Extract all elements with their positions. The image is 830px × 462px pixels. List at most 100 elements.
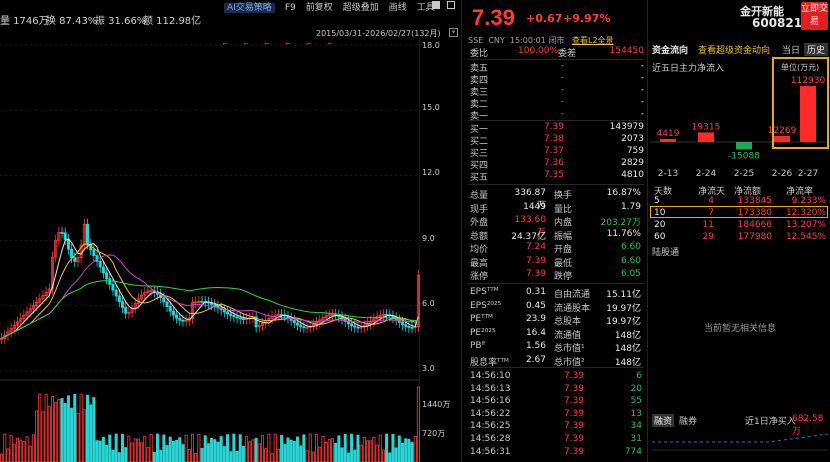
tick-volume: 6 — [636, 371, 642, 381]
l2-panorama-link[interactable]: 查看L2全景 — [572, 36, 614, 45]
toolbar-expand-icon[interactable] — [447, 1, 455, 9]
tick-row: 14:56:13 7.39 20 — [468, 384, 644, 396]
flow-table-header: 天数 净流天 净流额 净流率 — [652, 184, 828, 197]
volume-bar — [168, 436, 172, 462]
volume-bar — [117, 452, 121, 462]
volume-bar — [372, 436, 376, 462]
toolbar-adjust[interactable]: 前复权 — [306, 3, 333, 13]
bid-row[interactable]: 买三 7.37 759 — [468, 146, 646, 159]
ytick-3: 3.0 — [422, 364, 435, 373]
flow-bar — [736, 142, 752, 150]
ytick-15: 15.0 — [422, 103, 440, 112]
stat-value: 1.79 — [620, 201, 641, 212]
event-marker: ⌐ — [243, 40, 249, 48]
volume-bar — [362, 437, 366, 462]
tab-today[interactable]: 当日 — [782, 43, 800, 56]
toolbar-draw[interactable]: 画线 — [389, 3, 407, 13]
flow-net-amount: 177980 — [737, 232, 772, 242]
bid-row[interactable]: 买一 7.39 143979 — [468, 122, 646, 135]
volume-bar — [410, 442, 414, 462]
candle-body — [238, 317, 242, 320]
market-info-line: SSE CNY 15:00:01 闭市 查看L2全景 — [468, 35, 614, 46]
fundamental-row: EPSᵀᵀᴹ 0.31 自由流通 15.11亿 — [468, 287, 646, 300]
quote-stat-row: 外盘 133.60万 内盘 203.27万 — [468, 215, 646, 238]
volume-bar — [25, 436, 29, 462]
volume-bar — [400, 442, 405, 462]
volume-bar — [28, 445, 32, 462]
volume-bar — [337, 435, 341, 462]
ask-row[interactable]: 卖二 - - — [468, 97, 646, 110]
candle-body — [85, 223, 90, 245]
flow-bar — [698, 132, 714, 142]
volume-bar — [318, 446, 322, 462]
flow-tabbar: 资金流向 查看超级资金动向 当日 历史 — [648, 43, 830, 57]
stat-label: 内盘 — [554, 218, 573, 228]
volume-bar — [197, 433, 201, 462]
bid-row[interactable]: 买二 7.38 2073 — [468, 134, 646, 147]
stat-value: 16.87% — [606, 188, 641, 198]
volume-bar — [44, 394, 48, 462]
stat-value: 7.24 — [525, 242, 546, 252]
kline-chart-panel[interactable]: 量 1746万 换 87.43% 振 31.66% 额 112.98亿 AI交易… — [0, 0, 462, 462]
tab-margin-financing[interactable]: 融资 — [652, 414, 675, 427]
volume-bar — [105, 444, 109, 462]
stat-value: 6.60 — [620, 255, 641, 266]
bid-price: 7.39 — [543, 122, 564, 132]
bid-row[interactable]: 买五 7.35 4810 — [468, 170, 646, 183]
net-buy-sparkline — [652, 433, 829, 451]
ask-row[interactable]: 卖五 - - — [468, 61, 646, 74]
volume-bar — [276, 448, 280, 462]
tick-volume: 20 — [630, 383, 642, 394]
volume-bar — [57, 399, 61, 462]
last-price: 7.39 — [472, 5, 515, 30]
amplitude-stat: 振 31.66% — [95, 16, 147, 27]
volume-bar — [254, 437, 258, 462]
kline-plot[interactable]: ⌐ ⌐ ⌐ ⌐ ⌐ ⌐ — [0, 38, 420, 462]
toolbar-overlay[interactable]: 超级叠加 — [343, 3, 379, 13]
volume-bar — [41, 411, 45, 462]
highlight-row-10day — [650, 206, 828, 218]
fundamental-label: 总市值¹ — [554, 344, 585, 354]
volume-bar — [260, 435, 265, 462]
bid-row[interactable]: 买四 7.36 2829 — [468, 158, 646, 171]
volume-bar — [385, 433, 389, 462]
volume-bar — [50, 396, 55, 462]
flow-days: 60 — [654, 232, 666, 242]
quote-stat-row: 总量 336.87万 换手 16.87% — [468, 188, 646, 211]
volume-bar — [60, 398, 64, 462]
volume-bar — [73, 393, 77, 462]
volume-bar — [216, 441, 220, 462]
tab-super-fund[interactable]: 查看超级资金动向 — [698, 43, 770, 56]
quote-stat-row: 总额 24.37亿 振幅 11.76% — [468, 229, 646, 242]
tab-fund-flow[interactable]: 资金流向 — [652, 43, 688, 56]
volume-bar — [187, 449, 191, 462]
chart-settings-icon[interactable]: ▾ — [449, 28, 458, 37]
candle-body — [92, 249, 96, 256]
tab-history[interactable]: 历史 — [804, 43, 829, 56]
fundamental-label: 流通股本 — [554, 303, 591, 314]
volume-bar — [413, 435, 417, 462]
trade-now-button[interactable]: 立即交易 — [801, 2, 828, 30]
ask-row[interactable]: 卖三 - - — [468, 85, 646, 98]
volume-bar — [356, 434, 360, 462]
bid-label: 买五 — [470, 173, 489, 183]
tab-margin-short[interactable]: 融券 — [679, 414, 697, 427]
candle-body — [114, 289, 118, 297]
toolbar-collapse-icon[interactable] — [432, 1, 440, 9]
fundamental-value: 23.9 — [525, 314, 546, 324]
stat-label: 总额 — [470, 231, 489, 242]
ask-volume: - — [640, 85, 644, 95]
toolbar-ai-strategy[interactable]: AI交易策略 — [224, 3, 275, 13]
ask-row[interactable]: 卖四 - - — [468, 73, 646, 86]
volume-bar — [159, 450, 163, 462]
tick-volume: 774 — [624, 446, 642, 457]
volume-bar — [152, 451, 156, 462]
tick-row: 14:56:10 7.39 6 — [468, 371, 644, 383]
toolbar-f9[interactable]: F9 — [285, 3, 296, 13]
ask-volume: - — [640, 97, 644, 107]
tick-row: 14:56:25 7.39 34 — [468, 421, 644, 433]
volume-bar — [206, 443, 210, 462]
flow-date-label: 2-24 — [696, 169, 717, 179]
volume-bar — [280, 434, 284, 462]
flow-table-row: 60 29 177980 12.545% — [652, 232, 828, 243]
